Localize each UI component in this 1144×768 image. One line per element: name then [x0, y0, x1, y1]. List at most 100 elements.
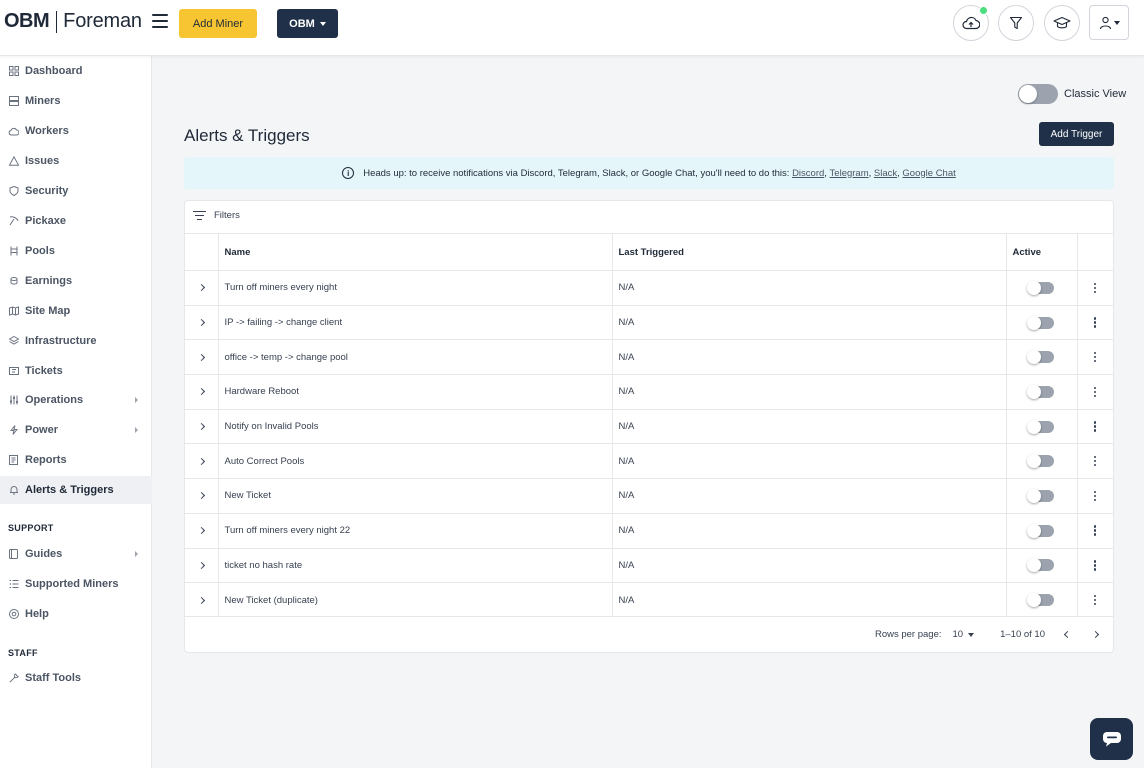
next-page-button[interactable]: [1089, 629, 1101, 641]
active-toggle[interactable]: [1026, 488, 1054, 503]
chevron-right-icon[interactable]: [197, 388, 205, 396]
upload-button[interactable]: [953, 5, 989, 41]
chevron-right-icon[interactable]: [197, 284, 205, 292]
bell-icon: [8, 485, 19, 496]
more-vertical-icon[interactable]: [1090, 282, 1100, 294]
active-toggle[interactable]: [1026, 593, 1054, 608]
active-toggle[interactable]: [1026, 350, 1054, 365]
sidebar-item-infrastructure[interactable]: Infrastructure: [0, 327, 152, 355]
sidebar-item-help[interactable]: Help: [0, 600, 152, 628]
chevron-right-icon[interactable]: [197, 318, 205, 327]
slack-link[interactable]: Slack: [874, 168, 897, 179]
filter-button[interactable]: [998, 5, 1034, 41]
column-header-active[interactable]: Active: [1006, 233, 1078, 271]
sidebar-item-power[interactable]: Power: [0, 416, 152, 444]
active-toggle[interactable]: [1026, 523, 1054, 538]
add-miner-button[interactable]: Add Miner: [179, 9, 257, 38]
last-triggered: N/A: [612, 478, 1007, 514]
pickaxe-icon: [8, 216, 19, 227]
toggle-knob: [1026, 454, 1041, 469]
filter-icon: [1009, 16, 1023, 30]
toggle-knob: [1026, 280, 1041, 295]
more-vertical-icon[interactable]: [1090, 560, 1100, 571]
more-vertical-icon[interactable]: [1090, 490, 1100, 502]
previous-page-button[interactable]: [1061, 629, 1073, 641]
sidebar-item-pools[interactable]: Pools: [0, 237, 152, 265]
logo[interactable]: OBM Foreman: [4, 10, 142, 33]
more-vertical-icon[interactable]: [1090, 525, 1100, 536]
bolt-icon: [8, 425, 19, 436]
table-row: New Ticket (duplicate) N/A: [185, 582, 1113, 618]
column-header-last-triggered[interactable]: Last Triggered: [612, 233, 1007, 271]
user-menu-button[interactable]: [1089, 5, 1129, 40]
triggers-table-card: Filters Name Last Triggered Active Turn …: [184, 200, 1114, 653]
sidebar-item-alerts-triggers[interactable]: Alerts & Triggers: [0, 476, 152, 504]
toggle-knob: [1026, 350, 1041, 365]
top-header: OBM Foreman Add Miner OBM: [0, 0, 1144, 56]
more-vertical-icon[interactable]: [1090, 456, 1100, 467]
telegram-link[interactable]: Telegram: [830, 168, 869, 179]
caret-down-icon: [968, 632, 975, 637]
more-vertical-icon[interactable]: [1090, 421, 1100, 432]
chat-button[interactable]: [1090, 718, 1133, 760]
chevron-right-icon: [1091, 630, 1099, 639]
cloud-upload-icon: [962, 16, 980, 30]
more-vertical-icon[interactable]: [1090, 595, 1100, 606]
sidebar-item-miners[interactable]: Miners: [0, 87, 152, 115]
chevron-right-icon[interactable]: [197, 596, 205, 604]
org-selector-button[interactable]: OBM: [277, 9, 338, 38]
active-toggle[interactable]: [1026, 558, 1054, 573]
table-row: Hardware Reboot N/A: [185, 374, 1113, 410]
sidebar-item-security[interactable]: Security: [0, 177, 152, 205]
chevron-right-icon[interactable]: [197, 423, 205, 431]
shield-icon: [8, 186, 19, 197]
more-vertical-icon[interactable]: [1090, 352, 1100, 363]
actions-cell: [1077, 443, 1113, 479]
sidebar-item-workers[interactable]: Workers: [0, 117, 152, 145]
active-toggle[interactable]: [1026, 384, 1054, 399]
sidebar-item-dashboard[interactable]: Dashboard: [0, 57, 152, 85]
add-trigger-button[interactable]: Add Trigger: [1039, 122, 1114, 146]
last-triggered: N/A: [612, 339, 1007, 375]
discord-link[interactable]: Discord: [792, 168, 824, 179]
sidebar-item-label: Help: [25, 608, 49, 620]
active-toggle[interactable]: [1026, 419, 1054, 434]
sidebar-item-supported-miners[interactable]: Supported Miners: [0, 570, 152, 598]
sidebar-item-staff-tools[interactable]: Staff Tools: [0, 664, 152, 692]
active-toggle[interactable]: [1026, 454, 1054, 469]
sidebar-item-site-map[interactable]: Site Map: [0, 297, 152, 325]
more-vertical-icon[interactable]: [1090, 317, 1100, 328]
google-chat-link[interactable]: Google Chat: [902, 168, 955, 179]
rows-per-page-value: 10: [952, 629, 964, 640]
sidebar-item-issues[interactable]: Issues: [0, 147, 152, 175]
filters-button[interactable]: Filters: [193, 210, 240, 221]
active-cell: [1006, 512, 1078, 548]
chevron-right-icon[interactable]: [197, 527, 205, 535]
hamburger-menu-icon[interactable]: [152, 14, 168, 28]
sidebar-item-pickaxe[interactable]: Pickaxe: [0, 207, 152, 235]
column-header-name[interactable]: Name: [218, 233, 613, 271]
rows-per-page-select[interactable]: 10: [953, 629, 975, 640]
trigger-name: New Ticket (duplicate): [218, 582, 613, 618]
classic-view-toggle[interactable]: [1018, 84, 1058, 104]
active-toggle[interactable]: [1026, 280, 1054, 295]
chevron-right-icon: [135, 551, 138, 557]
page-title: Alerts & Triggers: [184, 126, 310, 145]
chevron-right-icon: [135, 427, 138, 433]
chevron-right-icon[interactable]: [197, 457, 205, 465]
chevron-right-icon[interactable]: [197, 353, 205, 361]
learning-button[interactable]: [1044, 5, 1080, 41]
sidebar-item-guides[interactable]: Guides: [0, 540, 152, 568]
chevron-right-icon[interactable]: [197, 561, 205, 569]
sidebar-item-tickets[interactable]: Tickets: [0, 357, 152, 385]
expand-cell: [185, 478, 219, 514]
active-toggle[interactable]: [1026, 315, 1054, 330]
sidebar-item-label: Reports: [25, 454, 67, 466]
sidebar-item-earnings[interactable]: Earnings: [0, 267, 152, 295]
chevron-right-icon[interactable]: [197, 492, 205, 500]
sidebar-item-operations[interactable]: Operations: [0, 386, 152, 414]
more-vertical-icon[interactable]: [1090, 386, 1100, 398]
sidebar-item-reports[interactable]: Reports: [0, 446, 152, 474]
sidebar-item-label: Earnings: [25, 275, 73, 287]
active-cell: [1006, 443, 1078, 479]
